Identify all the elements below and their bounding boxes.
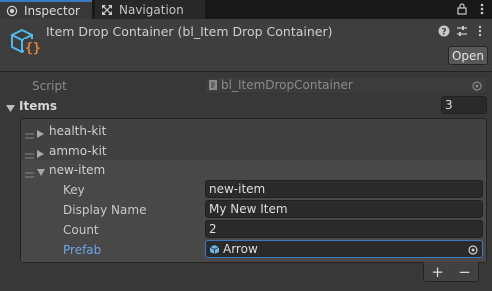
- menu-icon[interactable]: [474, 25, 486, 37]
- presets-icon[interactable]: [456, 25, 468, 37]
- component-title: Item Drop Container (bl_Item Drop Contai…: [46, 24, 333, 39]
- lock-icon[interactable]: [456, 2, 468, 16]
- count-field[interactable]: 2: [205, 220, 483, 238]
- foldout-arrow-icon[interactable]: [37, 147, 45, 158]
- tab-inspector[interactable]: Inspector: [0, 0, 92, 19]
- drag-handle-icon[interactable]: [25, 128, 34, 139]
- object-picker-icon[interactable]: [468, 244, 478, 255]
- prefab-field[interactable]: Arrow: [205, 240, 483, 258]
- items-header-row[interactable]: Items 3: [0, 96, 492, 116]
- object-picker-icon[interactable]: [472, 80, 482, 91]
- navigation-icon: [101, 4, 113, 16]
- script-field[interactable]: bl_ItemDropContainer: [204, 76, 487, 94]
- script-row: Script bl_ItemDropContainer: [0, 76, 492, 96]
- items-count-field[interactable]: 3: [441, 96, 487, 114]
- svg-text:{}: {}: [25, 41, 40, 56]
- tab-bar: Inspector Navigation: [0, 0, 492, 19]
- prefab-value: Arrow: [223, 242, 258, 256]
- tab-navigation-label: Navigation: [119, 2, 184, 17]
- display-name-label: Display Name: [63, 203, 147, 217]
- prefab-label: Prefab: [63, 243, 102, 257]
- items-list: health-kit ammo-kit new-item Key new-ite…: [20, 118, 487, 263]
- expanded-item-block: new-item Key new-item Display Name My Ne…: [21, 160, 486, 262]
- svg-text:?: ?: [441, 28, 446, 38]
- count-label: Count: [63, 223, 99, 237]
- drag-handle-icon[interactable]: [25, 148, 34, 159]
- component-icon: {}: [8, 25, 41, 57]
- list-item-label: health-kit: [49, 124, 107, 138]
- tab-actions: [456, 2, 488, 16]
- display-name-field[interactable]: My New Item: [205, 200, 483, 218]
- inspector-window: Inspector Navigation {} Item Drop Contai…: [0, 0, 492, 291]
- list-footer-buttons: + −: [423, 262, 479, 282]
- header-buttons: ?: [438, 25, 486, 38]
- open-button[interactable]: Open: [448, 46, 488, 65]
- list-item-label: new-item: [49, 163, 106, 177]
- prefab-row: Prefab Arrow: [21, 240, 486, 260]
- list-item-label: ammo-kit: [49, 144, 107, 158]
- items-label: Items: [19, 99, 57, 113]
- help-icon[interactable]: ?: [438, 25, 450, 38]
- list-item[interactable]: health-kit: [21, 121, 486, 141]
- tab-navigation[interactable]: Navigation: [95, 0, 205, 19]
- foldout-arrow-icon[interactable]: [37, 127, 45, 138]
- count-row: Count 2: [21, 220, 486, 240]
- tab-inspector-label: Inspector: [24, 3, 80, 18]
- list-item[interactable]: ammo-kit: [21, 141, 486, 161]
- key-label: Key: [63, 183, 85, 197]
- component-header: {} Item Drop Container (bl_Item Drop Con…: [0, 19, 492, 72]
- key-row: Key new-item: [21, 180, 486, 200]
- drag-handle-icon[interactable]: [25, 167, 34, 178]
- foldout-arrow-icon[interactable]: [6, 102, 15, 112]
- key-field[interactable]: new-item: [205, 180, 483, 198]
- foldout-arrow-icon[interactable]: [37, 166, 45, 176]
- list-item[interactable]: new-item: [21, 160, 486, 180]
- script-value: bl_ItemDropContainer: [221, 78, 353, 92]
- display-name-row: Display Name My New Item: [21, 200, 486, 220]
- more-icon[interactable]: [476, 2, 488, 16]
- script-label: Script: [32, 79, 67, 93]
- script-icon: [208, 79, 218, 91]
- inspector-icon: [6, 5, 18, 17]
- add-element-button[interactable]: +: [431, 264, 444, 279]
- prefab-icon: [209, 244, 220, 255]
- remove-element-button[interactable]: −: [458, 264, 471, 279]
